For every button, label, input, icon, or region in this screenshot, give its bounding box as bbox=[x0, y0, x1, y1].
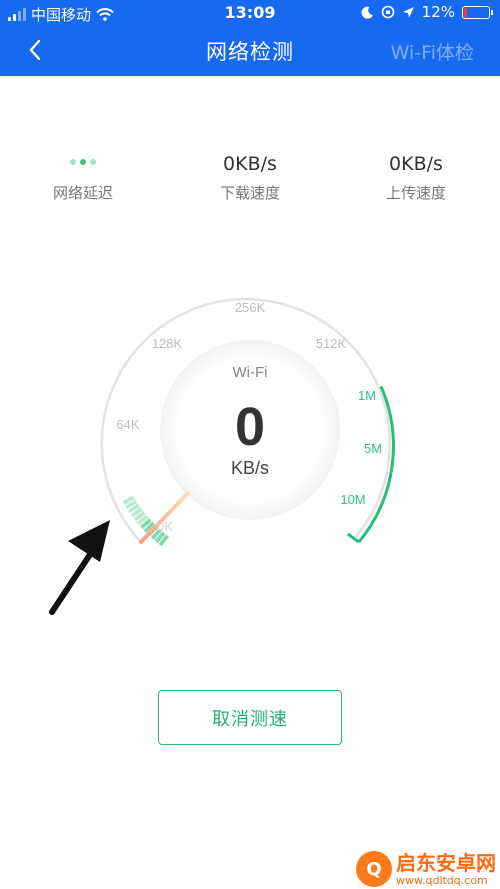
upload-value: 0KB/s bbox=[389, 153, 443, 175]
tick-label-0k: 0K bbox=[157, 519, 173, 534]
arrow-annotation-icon bbox=[49, 520, 110, 615]
latency-stat: 网络延迟 bbox=[13, 150, 153, 203]
nav-bar: 网络检测 Wi-Fi体检 bbox=[0, 30, 500, 72]
status-bar: 中国移动 13:09 12% bbox=[0, 0, 500, 26]
watermark-name: 启东安卓网 bbox=[396, 850, 496, 875]
rotation-lock-icon bbox=[381, 5, 394, 19]
moon-icon bbox=[361, 6, 373, 19]
download-label: 下载速度 bbox=[219, 184, 280, 202]
upload-stat: 0KB/s 上传速度 bbox=[346, 150, 486, 203]
speed-unit: KB/s bbox=[231, 458, 269, 478]
speed-value: 0 bbox=[235, 397, 265, 457]
battery-icon bbox=[462, 5, 493, 19]
app-header: 中国移动 13:09 12% 网络检测 Wi-Fi体检 bbox=[0, 0, 500, 76]
download-value: 0KB/s bbox=[223, 153, 277, 175]
stats-row: 网络延迟 0KB/s 下载速度 0KB/s 上传速度 bbox=[0, 150, 500, 210]
tick-label-512k: 512K bbox=[316, 336, 347, 351]
tick-label-10m: 10M bbox=[340, 492, 365, 507]
loading-dots-icon bbox=[13, 150, 153, 178]
network-type-label: Wi-Fi bbox=[233, 364, 268, 381]
upload-label: 上传速度 bbox=[385, 184, 446, 202]
tick-label-128k: 128K bbox=[152, 336, 183, 351]
speed-gauge: 0K 64K 128K 256K 512K 1M 5M 10M Wi-Fi 0 … bbox=[49, 298, 395, 615]
download-stat: 0KB/s 下载速度 bbox=[180, 150, 320, 203]
cancel-speedtest-button[interactable]: 取消测速 bbox=[158, 690, 342, 745]
location-icon bbox=[402, 6, 414, 18]
watermark-logo-icon: Q bbox=[356, 851, 392, 887]
tick-label-5m: 5M bbox=[364, 441, 382, 456]
tick-label-1m: 1M bbox=[358, 388, 376, 403]
watermark: Q 启东安卓网 www.qdltdq.com bbox=[356, 851, 496, 887]
tick-label-64k: 64K bbox=[116, 417, 139, 432]
watermark-url: www.qdltdq.com bbox=[396, 873, 488, 887]
status-right: 12% bbox=[361, 3, 493, 21]
latency-label: 网络延迟 bbox=[52, 184, 113, 202]
battery-percent: 12% bbox=[421, 3, 455, 21]
wifi-checkup-button[interactable]: Wi-Fi体检 bbox=[391, 38, 474, 65]
tick-label-256k: 256K bbox=[235, 300, 266, 315]
